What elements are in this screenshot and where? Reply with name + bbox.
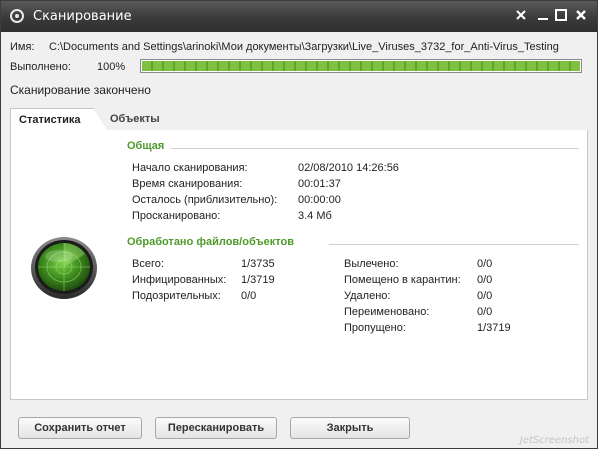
processed-value: 0/0 [477,290,493,302]
general-label: Время сканирования: [132,178,243,190]
general-value: 3.4 Мб [298,210,332,222]
minimize-icon[interactable] [513,8,529,24]
processed-label: Помещено в карантин: [344,274,461,286]
processed-value: 1/3719 [477,322,511,334]
processed-label: Пропущено: [344,322,406,334]
processed-label: Инфицированных: [132,274,227,286]
processed-value: 0/0 [477,258,493,270]
general-heading: Общая [127,140,165,152]
radar-icon [29,232,99,302]
general-label: Просканировано: [132,210,221,222]
tab-objects[interactable]: Объекты [110,108,160,130]
app-icon [10,9,24,23]
name-label: Имя: [10,41,35,53]
processed-label: Переименовано: [344,306,430,318]
processed-heading: Обработано файлов/объектов [127,236,294,248]
processed-value: 0/0 [241,290,257,302]
processed-label: Всего: [132,258,164,270]
general-value: 02/08/2010 14:26:56 [298,162,399,174]
collapse-icon[interactable] [535,8,551,24]
scan-path: C:\Documents and Settings\arinoki\Мои до… [49,41,559,53]
watermark: JetScreenshot [519,435,589,446]
general-label: Осталось (приблизительно): [132,194,278,206]
close-button[interactable]: Закрыть [290,417,410,439]
scan-status: Сканирование закончено [10,83,151,97]
general-value: 00:01:37 [298,178,341,190]
statistics-panel: Общая Начало сканирования: 02/08/2010 14… [10,130,588,400]
general-value: 00:00:00 [298,194,341,206]
tab-bar: Статистика Объекты [10,108,588,131]
tab-statistics[interactable]: Статистика [10,108,107,130]
rescan-button[interactable]: Пересканировать [155,417,277,439]
progress-fill [142,61,580,71]
processed-value: 0/0 [477,274,493,286]
processed-divider [329,244,579,245]
title-bar[interactable]: Сканирование [1,1,597,32]
save-report-button[interactable]: Сохранить отчет [18,417,142,439]
scan-window: Сканирование Имя: C:\Documents and Setti… [0,0,598,449]
progress-percent: 100% [97,61,126,73]
progress-bar [140,59,582,73]
maximize-icon[interactable] [553,8,569,24]
close-icon[interactable] [573,8,589,24]
processed-value: 1/3735 [241,258,275,270]
general-label: Начало сканирования: [132,162,248,174]
processed-value: 0/0 [477,306,493,318]
window-title: Сканирование [33,9,132,24]
processed-label: Подозрительных: [132,290,221,302]
processed-label: Удалено: [344,290,391,302]
processed-label: Вылечено: [344,258,399,270]
general-divider [171,148,579,149]
processed-value: 1/3719 [241,274,275,286]
progress-label: Выполнено: [10,61,71,73]
